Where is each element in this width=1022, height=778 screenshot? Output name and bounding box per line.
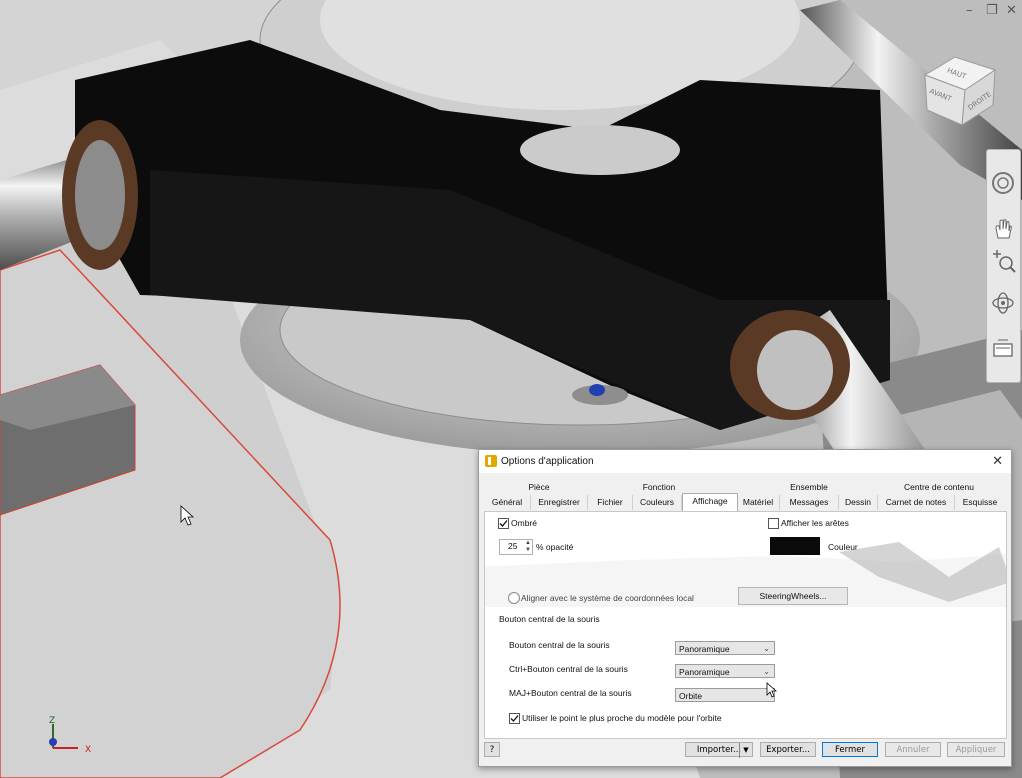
app-icon — [485, 455, 497, 467]
dialog-title-bar[interactable]: Options d'application ✕ — [479, 450, 1011, 473]
middle-mouse-select[interactable]: Panoramique ⌄ — [675, 641, 775, 655]
minimize-button[interactable]: – — [966, 3, 973, 18]
pan-hand-icon[interactable] — [990, 216, 1016, 242]
shift-middle-mouse-label: MAJ+Bouton central de la souris — [509, 688, 632, 698]
ctrl-middle-mouse-label: Ctrl+Bouton central de la souris — [509, 664, 628, 674]
orbit-icon[interactable] — [990, 290, 1016, 316]
tab-carnet-de-notes[interactable]: Carnet de notes — [878, 495, 955, 510]
import-label: Importer... — [696, 745, 742, 755]
close-window-button[interactable]: ✕ — [1006, 3, 1017, 18]
look-at-icon[interactable] — [990, 336, 1016, 362]
application-options-dialog: Options d'application ✕ Pièce Fonction E… — [478, 449, 1012, 767]
help-button[interactable]: ? — [484, 742, 500, 757]
zoom-icon[interactable] — [990, 248, 1016, 274]
shaded-label: Ombré — [511, 518, 537, 528]
tab-affichage[interactable]: Affichage — [682, 493, 738, 512]
import-dropdown-icon[interactable]: ▼ — [739, 743, 752, 758]
dialog-close-icon[interactable]: ✕ — [992, 453, 1003, 469]
export-button[interactable]: Exporter... — [760, 742, 816, 757]
viewcube[interactable]: HAUT AVANT DROITE — [915, 45, 1000, 130]
show-edges-checkbox[interactable] — [768, 518, 779, 529]
show-edges-label: Afficher les arêtes — [781, 518, 849, 528]
apply-button[interactable]: Appliquer — [947, 742, 1005, 757]
import-button[interactable]: Importer... ▼ — [685, 742, 753, 758]
tab-ensemble[interactable]: Ensemble — [749, 482, 869, 495]
x-axis-label: X — [85, 745, 91, 755]
middle-mouse-section-label: Bouton central de la souris — [499, 614, 600, 624]
align-label: Aligner avec le système de coordonnées l… — [521, 593, 694, 603]
tab-centre-de-contenu[interactable]: Centre de contenu — [874, 482, 1004, 495]
closest-point-checkbox[interactable] — [509, 713, 520, 724]
tab-piece[interactable]: Pièce — [484, 482, 594, 495]
tab-messages[interactable]: Messages — [780, 495, 839, 510]
steeringwheels-button[interactable]: SteeringWheels... — [738, 587, 848, 605]
coordinate-triad: Z X — [49, 716, 91, 755]
tab-esquisse[interactable]: Esquisse — [955, 495, 1005, 510]
help-icon: ? — [489, 745, 495, 755]
navigation-bar — [986, 149, 1021, 383]
align-radio[interactable] — [508, 592, 520, 604]
tab-general[interactable]: Général — [484, 495, 531, 510]
tab-enregistrer[interactable]: Enregistrer — [531, 495, 588, 510]
middle-mouse-value: Panoramique — [679, 644, 730, 654]
ctrl-middle-mouse-select[interactable]: Panoramique ⌄ — [675, 664, 775, 678]
middle-mouse-label: Bouton central de la souris — [509, 640, 610, 650]
ctrl-middle-mouse-value: Panoramique — [679, 667, 730, 677]
chevron-down-icon: ⌄ — [763, 644, 770, 653]
tab-materiel[interactable]: Matériel — [737, 495, 780, 510]
mouse-cursor-icon — [766, 682, 778, 698]
restore-button[interactable]: ❐ — [986, 3, 998, 18]
chevron-down-icon: ⌄ — [763, 667, 770, 676]
affichage-panel: Ombré 25 ▲ ▼ % opacité Afficher les arête… — [484, 511, 1007, 739]
closest-point-label: Utiliser le point le plus proche du modè… — [522, 713, 722, 723]
tab-couleurs[interactable]: Couleurs — [633, 495, 682, 510]
tab-dessin[interactable]: Dessin — [839, 495, 878, 510]
close-button[interactable]: Fermer — [822, 742, 878, 757]
shaded-checkbox[interactable] — [498, 518, 509, 529]
shift-middle-mouse-value: Orbite — [679, 691, 703, 701]
shift-middle-mouse-select[interactable]: Orbite — [675, 688, 775, 702]
dialog-title: Options d'application — [501, 456, 594, 467]
tab-fichier[interactable]: Fichier — [588, 495, 633, 510]
z-axis-label: Z — [49, 716, 55, 726]
cancel-button[interactable]: Annuler — [885, 742, 941, 757]
steering-wheel-icon[interactable] — [990, 170, 1016, 196]
